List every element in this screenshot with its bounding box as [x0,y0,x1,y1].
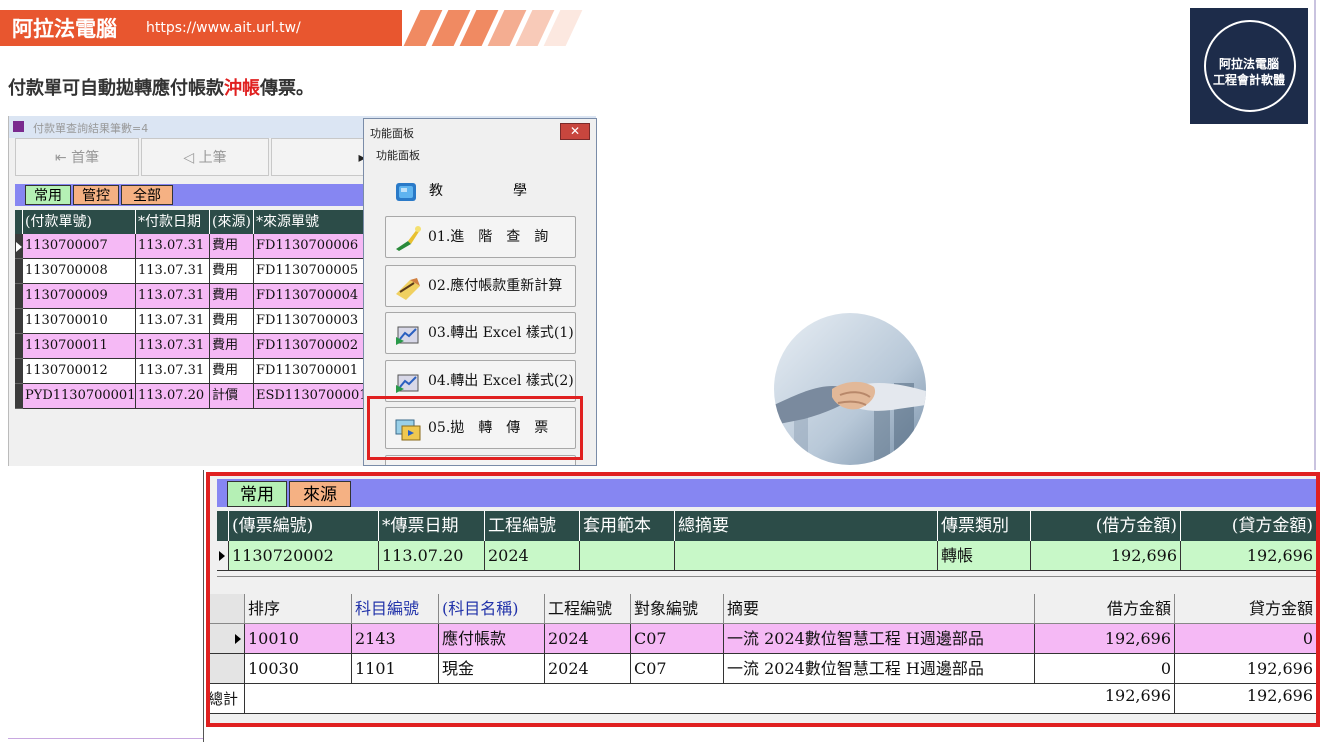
table-cell[interactable]: 1130700009 [23,284,136,309]
advanced-query-button[interactable]: 01.進 階 查 詢 [385,216,576,258]
table-cell[interactable]: 113.07.31 [136,309,210,334]
close-button[interactable]: ✕ [560,123,590,140]
tab-control[interactable]: 管控 [73,185,119,205]
window-title: 付款單查詢結果筆數=4 [33,122,149,135]
table-cell[interactable]: ESD1130700001 [254,384,364,409]
tab-all[interactable]: 全部 [121,185,173,205]
table-cell[interactable]: 計價 [210,384,254,409]
row-indicator [15,334,23,359]
table-cell[interactable]: 113.07.31 [136,334,210,359]
column-header[interactable]: *來源單號 [254,210,364,234]
table-cell[interactable]: FD1130700003 [254,309,364,334]
divider [1314,0,1316,470]
pencil-icon [394,274,422,300]
table-cell[interactable]: 113.07.20 [136,384,210,409]
table-cell[interactable]: 113.07.31 [136,259,210,284]
table-cell[interactable]: 費用 [210,359,254,384]
recalculate-label: 02.應付帳款重新計算 [428,278,563,294]
recalculate-button[interactable]: 02.應付帳款重新計算 [385,265,576,307]
export-icon [394,321,422,347]
site-url[interactable]: https://www.ait.url.tw/ [146,20,301,36]
export-icon [394,369,422,395]
table-cell[interactable]: 1130700010 [23,309,136,334]
table-cell[interactable]: 1130700007 [23,234,136,259]
highlight-box [367,396,583,460]
teach-button[interactable]: 教 學 [385,171,576,213]
table-cell[interactable]: FD1130700006 [254,234,364,259]
divider [203,470,204,742]
table-cell[interactable]: 113.07.31 [136,284,210,309]
wand-icon [394,225,422,251]
subtitle-highlight: 沖帳 [224,78,260,99]
page-subtitle: 付款單可自動拋轉應付帳款沖帳傳票。 [8,74,314,100]
highlight-box [206,472,1320,727]
table-cell[interactable]: 1130700008 [23,259,136,284]
row-indicator [15,309,23,334]
table-cell[interactable]: 費用 [210,284,254,309]
prev-record-button[interactable]: ◁ 上筆 [141,138,269,176]
table-cell[interactable]: FD1130700004 [254,284,364,309]
row-indicator [15,259,23,284]
column-header[interactable]: *付款日期 [136,210,210,234]
table-cell[interactable]: 費用 [210,334,254,359]
logo-line-2: 工程會計軟體 [1212,73,1285,87]
company-logo: 阿拉法電腦 工程會計軟體 [1190,8,1308,124]
handshake-image [774,313,926,465]
row-indicator [15,359,23,384]
table-cell[interactable]: FD1130700002 [254,334,364,359]
panel-title: 功能面板 [370,127,414,140]
row-header-corner [15,210,23,234]
table-cell[interactable]: 113.07.31 [136,234,210,259]
table-cell[interactable]: FD1130700001 [254,359,364,384]
subtitle-text-2: 傳票。 [260,78,314,99]
app-icon [13,121,24,132]
divider [8,738,204,739]
column-header[interactable]: (付款單號) [23,210,136,234]
table-cell[interactable]: 1130700011 [23,334,136,359]
table-cell[interactable]: 1130700012 [23,359,136,384]
table-cell[interactable]: 費用 [210,309,254,334]
table-cell[interactable]: 113.07.31 [136,359,210,384]
panel-subtitle: 功能面板 [376,149,420,162]
export-excel-2-label: 04.轉出 Excel 樣式(2) [428,373,574,389]
table-cell[interactable]: 費用 [210,259,254,284]
current-row-indicator [15,234,23,259]
export-excel-1-button[interactable]: 03.轉出 Excel 樣式(1) [385,312,576,354]
subtitle-text-1: 付款單可自動拋轉應付帳款 [8,78,224,99]
export-excel-1-label: 03.轉出 Excel 樣式(1) [428,325,574,341]
first-record-button[interactable]: ⇤ 首筆 [15,138,139,176]
logo-line-1: 阿拉法電腦 [1218,57,1279,71]
site-banner: 阿拉法電腦 https://www.ait.url.tw/ [0,10,583,46]
row-indicator [15,284,23,309]
book-icon [393,179,421,205]
advanced-query-label: 01.進 階 查 詢 [428,229,549,245]
brand-name: 阿拉法電腦 [12,16,117,41]
teach-label: 教 學 [429,183,527,199]
table-cell[interactable]: 費用 [210,234,254,259]
table-cell[interactable]: PYD1130700001 [23,384,136,409]
tab-common[interactable]: 常用 [25,185,71,205]
row-indicator [15,384,23,409]
column-header[interactable]: (來源) [210,210,254,234]
table-cell[interactable]: FD1130700005 [254,259,364,284]
